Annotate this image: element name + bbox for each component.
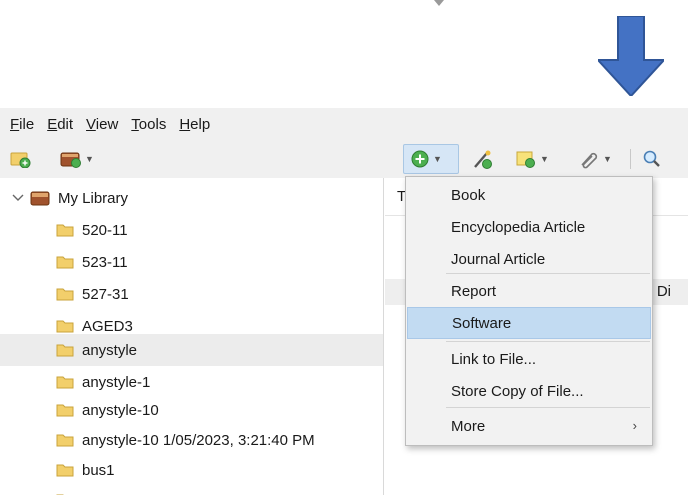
collection-label: anystyle-1 — [82, 373, 151, 391]
collections-pane: My Library 520-11 523-11 527-31 AGED3 an… — [0, 178, 384, 495]
library-icon — [30, 191, 50, 206]
collection-label: bus1 — [82, 461, 115, 479]
menu-tools[interactable]: Tools — [131, 116, 166, 133]
new-note-button[interactable]: ▼ — [515, 144, 549, 174]
new-library-button[interactable]: ▼ — [60, 144, 94, 174]
folder-icon — [56, 404, 74, 417]
tree-row-collection[interactable]: anystyle-10 — [0, 394, 383, 426]
tree-row-collection[interactable]: 520-11 — [0, 214, 383, 246]
down-arrow-annotation — [598, 16, 664, 96]
menu-item-label: Link to File... — [451, 350, 537, 368]
collection-label: anystyle — [82, 341, 138, 359]
collection-label: anystyle-10 1/05/2023, 3:21:40 PM — [82, 431, 315, 449]
folder-icon — [56, 320, 74, 333]
menu-item-label: Book — [451, 186, 486, 204]
search-icon — [643, 150, 660, 167]
menu-separator — [446, 407, 650, 408]
new-item-button[interactable]: ▼ — [403, 144, 459, 174]
collection-label: 527-31 — [82, 285, 129, 303]
collection-label: 520-11 — [82, 221, 128, 239]
menu-item-book[interactable]: Book — [407, 179, 651, 211]
menu-view[interactable]: View — [86, 116, 118, 133]
add-by-identifier-button[interactable] — [472, 144, 494, 174]
new-collection-button[interactable] — [10, 144, 32, 174]
add-by-identifier-icon — [474, 150, 492, 169]
menu-file[interactable]: File — [10, 116, 34, 133]
folder-icon — [56, 464, 74, 477]
tree-row-collection-selected[interactable]: anystyle — [0, 334, 383, 366]
toolbar-separator — [630, 149, 631, 169]
menu-item-encyclopedia-article[interactable]: Encyclopedia Article — [407, 211, 651, 243]
tree-row-my-library[interactable]: My Library — [0, 182, 383, 214]
menu-help[interactable]: Help — [179, 116, 210, 133]
chevron-down-icon[interactable] — [12, 193, 24, 203]
new-library-icon — [60, 152, 81, 168]
menu-item-more[interactable]: More › — [407, 410, 651, 442]
menu-item-label: More — [451, 417, 486, 435]
tree-row-collection[interactable]: 527-31 — [0, 278, 383, 310]
add-attachment-icon — [581, 152, 598, 169]
screenshot-margin — [0, 0, 688, 108]
new-item-menu: Book Encyclopedia Article Journal Articl… — [405, 176, 653, 446]
new-collection-icon — [10, 152, 31, 168]
new-item-icon — [411, 150, 429, 168]
menu-item-label: Report — [451, 282, 497, 300]
collection-label: AGED3 — [82, 317, 133, 335]
menu-item-label: Software — [452, 314, 512, 332]
toolbar: ▼ ▼ ▼ ▼ — [0, 140, 688, 178]
collection-label: 523-11 — [82, 253, 128, 271]
new-note-icon — [516, 151, 535, 168]
folder-icon — [56, 224, 74, 237]
menu-edit[interactable]: Edit — [47, 116, 73, 133]
menu-item-store-copy-of-file[interactable]: Store Copy of File... — [407, 375, 651, 407]
tree-row-collection[interactable]: anystyle-10 1/05/2023, 3:21:40 PM — [0, 424, 383, 456]
folder-icon — [56, 434, 74, 447]
tree-row-collection[interactable]: bus1 — [0, 454, 383, 486]
search-button[interactable] — [642, 144, 662, 174]
menu-separator — [446, 273, 650, 274]
menu-separator — [446, 341, 650, 342]
library-label: My Library — [58, 189, 129, 207]
tree-row-collection[interactable]: 523-11 — [0, 246, 383, 278]
triangle-icon — [434, 0, 444, 6]
menu-bar: File Edit View Tools Help — [0, 108, 688, 140]
menu-item-link-to-file[interactable]: Link to File... — [407, 343, 651, 375]
menu-item-report[interactable]: Report — [407, 275, 651, 307]
menu-item-label: Encyclopedia Article — [451, 218, 586, 236]
tree-row-collection-partial[interactable] — [0, 484, 383, 495]
folder-icon — [56, 288, 74, 301]
add-attachment-button[interactable]: ▼ — [578, 144, 612, 174]
menu-item-label: Store Copy of File... — [451, 382, 584, 400]
menu-item-journal-article[interactable]: Journal Article — [407, 243, 651, 275]
folder-icon — [56, 376, 74, 389]
menu-item-label: Journal Article — [451, 250, 546, 268]
chevron-right-icon: › — [632, 418, 637, 433]
folder-icon — [56, 344, 74, 357]
folder-icon — [56, 256, 74, 269]
menu-item-software[interactable]: Software — [407, 307, 651, 339]
collection-label: anystyle-10 — [82, 401, 159, 419]
